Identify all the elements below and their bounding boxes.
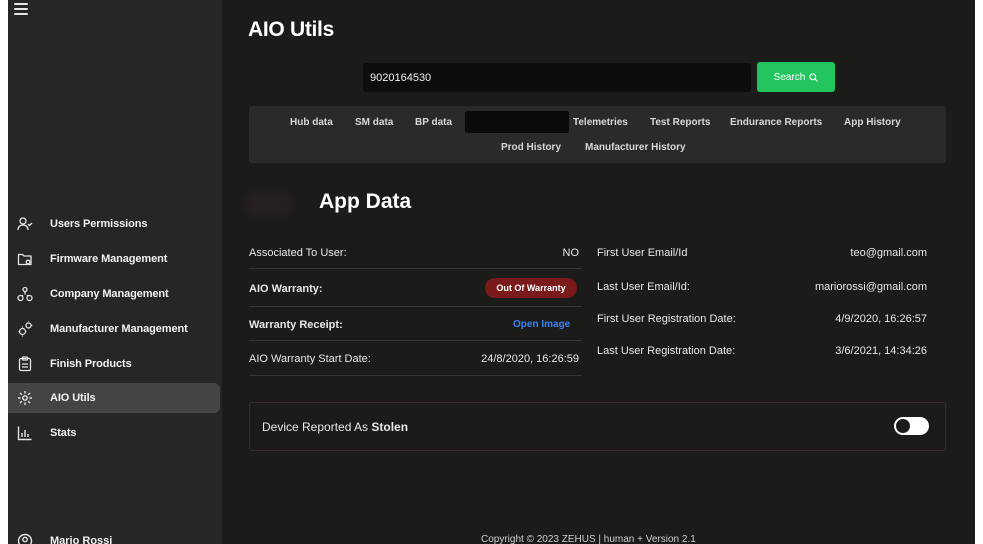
search-input[interactable]	[363, 63, 751, 92]
open-image-link[interactable]: Open Image	[513, 319, 570, 330]
stolen-emphasis: Stolen	[371, 420, 409, 434]
tab-sm-data[interactable]: SM data	[355, 117, 393, 128]
sidebar-item-label: AIO Utils	[50, 392, 96, 404]
last-registration-label: Last User Registration Date:	[597, 345, 736, 357]
sidebar-item-aio-utils[interactable]: AIO Utils	[8, 383, 220, 413]
user-check-icon	[17, 217, 33, 231]
tab-hub-data[interactable]: Hub data	[290, 117, 333, 128]
menu-icon[interactable]	[14, 3, 28, 17]
sidebar-item-label: Company Management	[50, 288, 169, 300]
sidebar-item-label: Users Permissions	[50, 218, 148, 230]
sidebar-item-label: Finish Products	[50, 358, 132, 370]
bar-chart-icon	[17, 426, 32, 441]
sidebar-item-stats[interactable]: Stats	[8, 418, 220, 448]
sidebar: Users Permissions Firmware Management Co…	[8, 0, 222, 544]
app-data-title: App Data	[319, 190, 412, 213]
warranty-receipt-label: Warranty Receipt:	[249, 319, 343, 331]
app-data-decoration	[244, 190, 294, 218]
divider	[249, 375, 582, 376]
clipboard-icon	[18, 356, 32, 372]
company-network-icon	[17, 286, 33, 302]
search-button[interactable]: Search	[757, 62, 835, 92]
tabs-bar	[249, 106, 946, 163]
first-registration-value: 4/9/2020, 16:26:57	[835, 313, 927, 325]
warranty-status-badge: Out Of Warranty	[485, 278, 577, 298]
sidebar-item-label: Firmware Management	[50, 253, 168, 265]
user-profile[interactable]: Mario Rossi	[8, 530, 220, 544]
sidebar-item-finish-products[interactable]: Finish Products	[8, 349, 220, 379]
user-circle-icon	[17, 533, 33, 544]
sidebar-item-label: Manufacturer Management	[50, 323, 188, 335]
divider	[249, 340, 582, 341]
first-user-email-value: teo@gmail.com	[850, 247, 927, 259]
tab-prod-history[interactable]: Prod History	[501, 142, 561, 153]
toggle-knob	[896, 419, 910, 433]
warranty-start-value: 24/8/2020, 16:26:59	[481, 353, 579, 365]
tab-manufacturer-history[interactable]: Manufacturer History	[585, 142, 686, 153]
last-registration-value: 3/6/2021, 14:34:26	[835, 345, 927, 357]
divider	[249, 268, 582, 269]
aio-warranty-label: AIO Warranty:	[249, 283, 323, 295]
tab-bp-data[interactable]: BP data	[415, 117, 452, 128]
warranty-start-label: AIO Warranty Start Date:	[249, 353, 371, 365]
folder-settings-icon	[17, 253, 32, 266]
sidebar-item-users-permissions[interactable]: Users Permissions	[8, 209, 220, 239]
sidebar-item-label: Stats	[50, 427, 77, 439]
first-user-email-label: First User Email/Id	[597, 247, 688, 259]
last-user-email-label: Last User Email/Id:	[597, 281, 690, 293]
app-window: Users Permissions Firmware Management Co…	[8, 0, 975, 544]
page-title: AIO Utils	[248, 18, 334, 41]
tab-redacted[interactable]	[465, 111, 569, 133]
tab-app-history[interactable]: App History	[844, 117, 901, 128]
tab-test-reports[interactable]: Test Reports	[650, 117, 710, 128]
footer-copyright: Copyright © 2023 ZEHUS | human + Version…	[481, 534, 696, 544]
search-icon	[809, 72, 819, 82]
sidebar-item-firmware-management[interactable]: Firmware Management	[8, 244, 220, 274]
user-name: Mario Rossi	[50, 535, 113, 544]
search-button-label: Search	[773, 71, 806, 83]
divider	[249, 306, 582, 307]
stolen-toggle[interactable]	[894, 417, 929, 435]
gears-icon	[18, 321, 33, 337]
sidebar-item-manufacturer-management[interactable]: Manufacturer Management	[8, 314, 220, 344]
last-user-email-value: mariorossi@gmail.com	[814, 281, 927, 293]
associated-user-value: NO	[562, 247, 580, 259]
tab-endurance-reports[interactable]: Endurance Reports	[730, 117, 822, 128]
sidebar-item-company-management[interactable]: Company Management	[8, 279, 220, 309]
stolen-label: Device Reported As Stolen	[262, 420, 408, 434]
first-registration-label: First User Registration Date:	[597, 313, 736, 325]
associated-user-label: Associated To User:	[249, 247, 347, 259]
gear-icon	[18, 391, 32, 405]
tab-telemetries[interactable]: Telemetries	[573, 117, 628, 128]
stolen-prefix: Device Reported As	[262, 420, 372, 434]
